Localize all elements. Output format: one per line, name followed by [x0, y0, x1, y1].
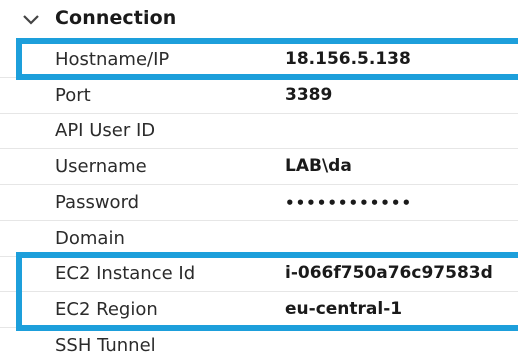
- property-grid: Connection Hostname/IP 18.156.5.138 Port…: [0, 0, 518, 357]
- property-label: Domain: [55, 228, 125, 249]
- property-row-port[interactable]: Port 3389: [0, 80, 518, 114]
- password-value[interactable]: ••••••••••••: [285, 194, 412, 212]
- property-label: SSH Tunnel: [55, 335, 156, 356]
- property-label: API User ID: [55, 120, 156, 141]
- chevron-down-icon[interactable]: [22, 11, 40, 29]
- property-label: Port: [55, 85, 91, 106]
- property-row-hostname[interactable]: Hostname/IP 18.156.5.138: [0, 44, 518, 78]
- property-value[interactable]: 18.156.5.138: [285, 49, 411, 69]
- property-row-ec2-instance-id[interactable]: EC2 Instance Id i-066f750a76c97583d: [0, 258, 518, 292]
- property-row-ec2-region[interactable]: EC2 Region eu-central-1: [0, 294, 518, 328]
- property-row-api-user-id[interactable]: API User ID: [0, 115, 518, 149]
- property-row-password[interactable]: Password ••••••••••••: [0, 187, 518, 221]
- property-row-ssh-tunnel[interactable]: SSH Tunnel: [0, 330, 518, 364]
- property-row-domain[interactable]: Domain: [0, 223, 518, 257]
- property-label: EC2 Region: [55, 299, 158, 320]
- property-value[interactable]: 3389: [285, 85, 332, 105]
- property-row-username[interactable]: Username LAB\da: [0, 151, 518, 185]
- connection-section-header[interactable]: Connection: [0, 0, 518, 40]
- property-label: Username: [55, 156, 147, 177]
- property-label: EC2 Instance Id: [55, 263, 196, 284]
- property-value[interactable]: eu-central-1: [285, 299, 402, 319]
- property-value[interactable]: i-066f750a76c97583d: [285, 263, 493, 283]
- property-value[interactable]: LAB\da: [285, 156, 352, 176]
- property-label: Password: [55, 192, 140, 213]
- property-label: Hostname/IP: [55, 49, 170, 70]
- section-title: Connection: [55, 7, 177, 29]
